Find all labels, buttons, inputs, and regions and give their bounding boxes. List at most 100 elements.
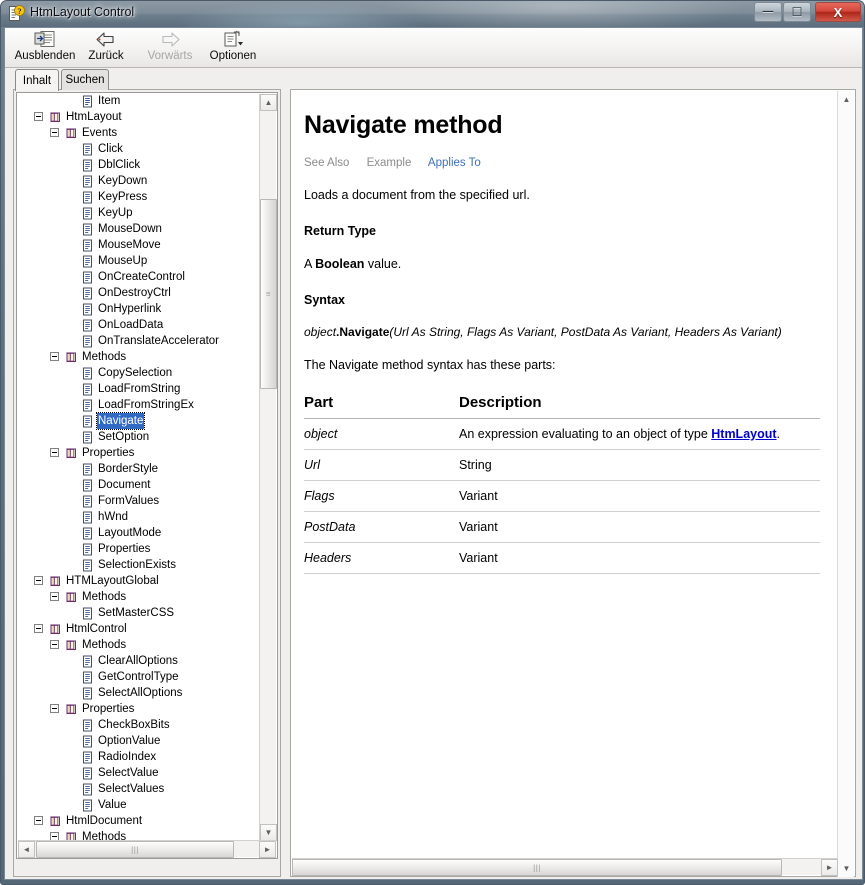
topic-horizontal-scrollbar[interactable]: ◄ ||| ► [292,858,838,876]
tree-node[interactable]: Properties [17,541,261,557]
tree-node[interactable]: KeyPress [17,189,261,205]
tree-node[interactable]: BorderStyle [17,461,261,477]
pane-splitter[interactable] [282,89,290,877]
return-type-value: Boolean [315,256,365,271]
tree-node[interactable]: Properties [17,701,261,717]
tree-node-label: GetControlType [98,671,179,683]
tree-node[interactable]: HTMLayoutGlobal [17,573,261,589]
tree-expander-collapse-icon[interactable] [50,352,59,361]
tree-node-label: Value [98,799,127,811]
tree-expander-collapse-icon[interactable] [34,112,43,121]
tree-node[interactable]: MouseMove [17,237,261,253]
tree-node[interactable]: Properties [17,445,261,461]
maximize-button[interactable]: ☐ [783,2,811,22]
tree-node[interactable]: OptionValue [17,733,261,749]
tree-node-label: SelectValue [98,767,159,779]
minimize-button[interactable]: ─ [754,2,782,22]
tree-scroll-left-button[interactable]: ◄ [18,841,35,858]
tree-node[interactable]: MouseDown [17,221,261,237]
link-example[interactable]: Example [367,157,412,169]
tree-node[interactable]: Item [17,93,261,109]
toolbar-button-forward[interactable]: Vorwärts [139,30,201,66]
tree-node[interactable]: GetControlType [17,669,261,685]
tree-node[interactable]: FormValues [17,493,261,509]
topic-page-icon [81,495,94,508]
minimize-icon: ─ [762,3,774,20]
tree-node[interactable]: Events [17,125,261,141]
tree-node[interactable]: CheckBoxBits [17,717,261,733]
tree-node[interactable]: LoadFromStringEx [17,397,261,413]
tree-node[interactable]: Document [17,477,261,493]
tree-hscroll-thumb[interactable]: ||| [36,841,234,858]
tree-expander-collapse-icon[interactable] [34,624,43,633]
toolbar-button-hide[interactable]: Ausblenden [13,30,77,66]
forward-arrow-icon [157,30,183,49]
tree-node[interactable]: ClearAllOptions [17,653,261,669]
topic-page-icon [81,511,94,524]
toolbar-button-options[interactable]: Optionen [203,30,263,66]
tree-scroll-up-button[interactable]: ▲ [260,94,277,111]
tab-suchen[interactable]: Suchen [61,69,109,90]
tree-node[interactable]: SetOption [17,429,261,445]
tree-node[interactable]: OnHyperlink [17,301,261,317]
tree-node[interactable]: LoadFromString [17,381,261,397]
tab-inhalt[interactable]: Inhalt [15,69,59,91]
inline-link-htmlayout[interactable]: HtmLayout [711,427,776,441]
tree-node[interactable]: SetMasterCSS [17,605,261,621]
tabstrip: Inhalt Suchen [5,68,281,91]
tree-vertical-scrollbar[interactable]: ▲ ≡ ▼ [259,94,277,841]
cell-description-text: Variant [459,519,498,534]
tree-node[interactable]: OnTranslateAccelerator [17,333,261,349]
tree-scroll-down-button[interactable]: ▼ [260,824,277,841]
tree-node[interactable]: Click [17,141,261,157]
tree-expander-collapse-icon[interactable] [50,592,59,601]
tree-horizontal-scrollbar[interactable]: ◄ ||| ► [18,840,276,858]
tree-node[interactable]: SelectAllOptions [17,685,261,701]
tree-node[interactable]: Methods [17,637,261,653]
tree-expander-collapse-icon[interactable] [50,704,59,713]
topic-summary: Loads a document from the specified url. [304,188,530,202]
topic-scroll-right-button[interactable]: ► [821,859,838,876]
tree-expander-collapse-icon[interactable] [50,128,59,137]
tree-node[interactable]: SelectValues [17,781,261,797]
tree-node[interactable]: Navigate [17,412,261,430]
tree-node[interactable]: hWnd [17,509,261,525]
tree-node[interactable]: HtmLayout [17,109,261,125]
tree-node[interactable]: SelectValue [17,765,261,781]
tree-expander-collapse-icon[interactable] [50,448,59,457]
tree-expander-collapse-icon[interactable] [50,640,59,649]
toolbar-button-back[interactable]: Zurück [81,30,131,66]
tree-node[interactable]: Methods [17,589,261,605]
close-button[interactable]: X [815,2,861,22]
tree-scroll-thumb[interactable]: ≡ [260,199,277,389]
topic-vertical-scrollbar[interactable]: ▲ ▼ [837,91,854,877]
tree-node[interactable]: MouseUp [17,253,261,269]
tree-expander-collapse-icon[interactable] [34,576,43,585]
tree-node[interactable]: Value [17,797,261,813]
book-icon [65,447,78,460]
topic-page-icon [81,671,94,684]
topic-scroll-down-button[interactable]: ▼ [838,860,855,877]
link-applies-to[interactable]: Applies To [428,157,481,169]
link-see-also[interactable]: See Also [304,157,349,169]
column-header-part: Part [304,393,459,419]
tree-node[interactable]: KeyDown [17,173,261,189]
tree-node[interactable]: KeyUp [17,205,261,221]
tree-node[interactable]: DblClick [17,157,261,173]
topic-scroll-up-button[interactable]: ▲ [838,91,855,108]
tree-node[interactable]: OnCreateControl [17,269,261,285]
tree-expander-collapse-icon[interactable] [34,816,43,825]
tree-node[interactable]: Methods [17,349,261,365]
topic-hscroll-thumb[interactable]: ||| [292,859,782,876]
tree-node[interactable]: OnDestroyCtrl [17,285,261,301]
tree-node[interactable]: OnLoadData [17,317,261,333]
tree-node[interactable]: CopySelection [17,365,261,381]
tree-node[interactable]: RadioIndex [17,749,261,765]
tree-scroll-right-button[interactable]: ► [259,841,276,858]
tree-node[interactable]: SelectionExists [17,557,261,573]
tree-node[interactable]: HtmlControl [17,621,261,637]
tree-view[interactable]: Item HtmLayout Events Click DblClick KeyDown K… [16,92,278,859]
tree-node[interactable]: HtmlDocument [17,813,261,829]
tree-node[interactable]: LayoutMode [17,525,261,541]
cell-description: Variant [459,542,820,574]
